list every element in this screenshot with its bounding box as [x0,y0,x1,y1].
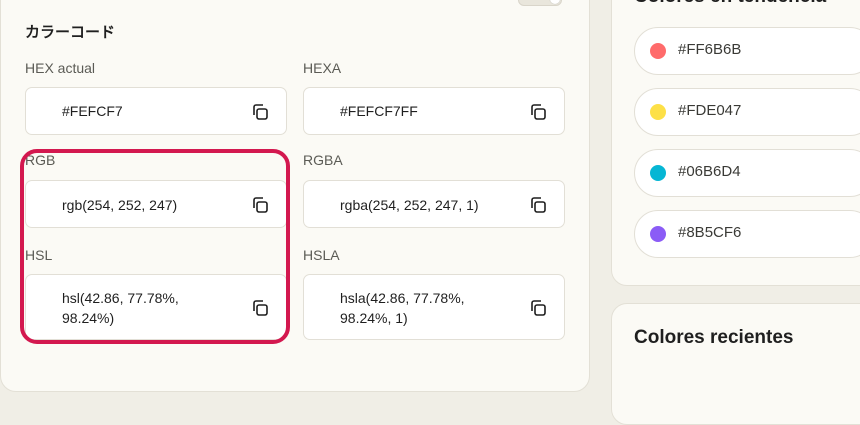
trending-title: Colores en tendencia [634,0,826,8]
hsla-value-line1: hsla(42.86, 77.78%, [340,290,465,306]
copy-icon[interactable] [529,103,547,121]
trending-color-item[interactable]: #8B5CF6 [634,210,860,258]
trending-color-item[interactable]: #FF6B6B [634,27,860,75]
hsla-value-line2: 98.24%, 1) [340,310,408,326]
hex-actual-value: #FEFCF7 [62,103,123,119]
hsl-value-line2: 98.24%) [62,310,115,326]
rgba-field[interactable]: rgba(254, 252, 247, 1) [303,180,565,228]
toggle-switch[interactable] [518,0,562,6]
copy-icon[interactable] [251,196,269,214]
hsl-label: HSL [25,247,53,263]
recent-title: Colores recientes [634,327,794,348]
hsl-value-line1: hsl(42.86, 77.78%, [62,290,179,306]
trending-color-hex: #8B5CF6 [678,224,742,241]
copy-icon[interactable] [251,103,269,121]
hex-actual-label: HEX actual [25,60,96,76]
color-swatch [650,226,666,242]
trending-color-hex: #FF6B6B [678,41,742,58]
trending-color-hex: #FDE047 [678,102,742,119]
copy-icon[interactable] [529,299,547,317]
hexa-value: #FEFCF7FF [340,103,418,119]
copy-icon[interactable] [529,196,547,214]
rgba-label: RGBA [303,152,343,168]
trending-color-item[interactable]: #FDE047 [634,88,860,136]
hsla-label: HSLA [303,247,340,263]
color-swatch [650,43,666,59]
rgb-label: RGB [25,152,56,168]
recent-colors-panel [611,303,860,425]
section-title: カラーコード [25,24,116,41]
trending-color-item[interactable]: #06B6D4 [634,149,860,197]
hsl-field[interactable]: hsl(42.86, 77.78%, 98.24%) [25,274,287,340]
toggle-knob [550,0,560,4]
rgb-value: rgb(254, 252, 247) [62,197,178,213]
rgb-field[interactable]: rgb(254, 252, 247) [25,180,287,228]
hexa-label: HEXA [303,60,342,76]
hsla-field[interactable]: hsla(42.86, 77.78%, 98.24%, 1) [303,274,565,340]
color-swatch [650,104,666,120]
copy-icon[interactable] [251,299,269,317]
hex-actual-field[interactable]: #FEFCF7 [25,87,287,135]
color-swatch [650,165,666,181]
rgba-value: rgba(254, 252, 247, 1) [340,197,479,213]
hexa-field[interactable]: #FEFCF7FF [303,87,565,135]
trending-color-hex: #06B6D4 [678,163,741,180]
